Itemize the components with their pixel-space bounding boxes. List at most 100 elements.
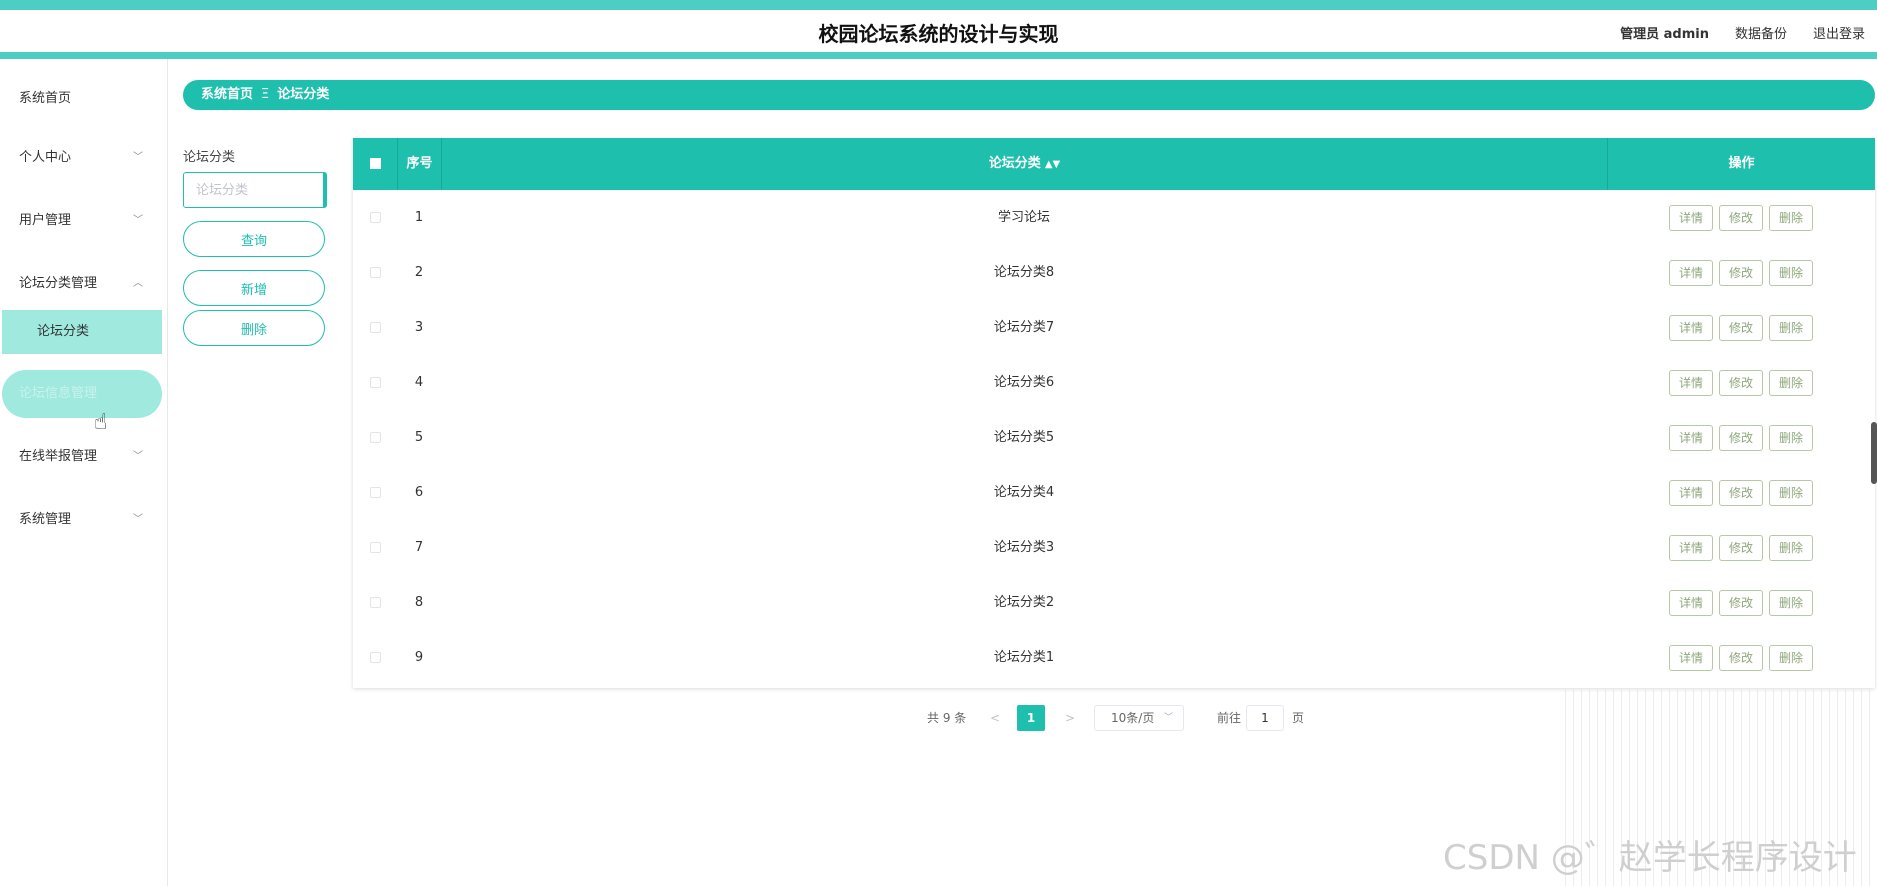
sidebar-subitem-forum-category[interactable]: 论坛分类 — [2, 310, 162, 354]
sort-icon[interactable]: ▲▼ — [1045, 159, 1060, 170]
row-actions: 详情 修改 删除 — [1607, 190, 1875, 245]
category-table: 序号 论坛分类 ▲▼ 操作 1 学习论坛 详情 修改 删除 2 论坛分类8 详情 修改 删除 3 论坛分… — [353, 138, 1875, 688]
row-checkbox[interactable] — [369, 542, 381, 553]
scrollbar-thumb[interactable] — [1871, 422, 1877, 484]
sidebar-item-label: 在线举报管理 — [19, 449, 98, 464]
table-row: 7 论坛分类3 详情 修改 删除 — [353, 520, 1875, 575]
edit-button[interactable]: 修改 — [1719, 534, 1763, 561]
page-jump-input[interactable] — [1246, 705, 1284, 731]
row-actions: 详情 修改 删除 — [1607, 410, 1875, 465]
sidebar-item-personal-center[interactable]: 个人中心 ﹀ — [0, 140, 165, 176]
edit-button[interactable]: 修改 — [1719, 479, 1763, 506]
header-select-all[interactable] — [353, 138, 397, 190]
table-row: 9 论坛分类1 详情 修改 删除 — [353, 630, 1875, 685]
breadcrumb: 系统首页 Ξ 论坛分类 — [183, 80, 1875, 110]
edit-button[interactable]: 修改 — [1719, 424, 1763, 451]
delete-button[interactable]: 删除 — [1769, 644, 1813, 671]
header-category[interactable]: 论坛分类 ▲▼ — [441, 138, 1607, 190]
sidebar-item-category-management[interactable]: 论坛分类管理 ︿ — [0, 266, 165, 302]
edit-button[interactable]: 修改 — [1719, 314, 1763, 341]
row-checkbox[interactable] — [369, 322, 381, 333]
row-select-cell[interactable] — [353, 410, 397, 465]
edit-button[interactable]: 修改 — [1719, 259, 1763, 286]
row-checkbox[interactable] — [369, 597, 381, 608]
detail-button[interactable]: 详情 — [1669, 424, 1713, 451]
row-index: 9 — [414, 650, 424, 665]
sidebar-item-label: 系统首页 — [19, 91, 72, 106]
detail-button[interactable]: 详情 — [1669, 259, 1713, 286]
edit-button[interactable]: 修改 — [1719, 204, 1763, 231]
add-button[interactable]: 新增 — [183, 270, 325, 306]
row-checkbox[interactable] — [369, 267, 381, 278]
header-actions: 操作 — [1607, 138, 1875, 190]
row-select-cell[interactable] — [353, 355, 397, 410]
next-page-button[interactable]: > — [1065, 705, 1075, 731]
row-select-cell[interactable] — [353, 190, 397, 245]
page-unit-label: 页 — [1292, 711, 1305, 725]
query-button[interactable]: 查询 — [183, 221, 325, 257]
delete-button[interactable]: 删除 — [1769, 259, 1813, 286]
edit-button[interactable]: 修改 — [1719, 369, 1763, 396]
chevron-down-icon: ﹀ — [133, 215, 143, 226]
row-category: 论坛分类6 — [993, 375, 1055, 390]
edit-button[interactable]: 修改 — [1719, 644, 1763, 671]
breadcrumb-separator: Ξ — [261, 87, 270, 102]
delete-button[interactable]: 删除 — [1769, 204, 1813, 231]
row-select-cell[interactable] — [353, 300, 397, 355]
sidebar: 系统首页 个人中心 ﹀ 用户管理 ﹀ 论坛分类管理 ︿ 论坛分类 论坛信息管理 … — [0, 59, 168, 886]
chevron-up-icon: ︿ — [133, 278, 143, 289]
logout-link[interactable]: 退出登录 — [1813, 23, 1865, 42]
page-number-current[interactable]: 1 — [1017, 705, 1045, 731]
table-row: 5 论坛分类5 详情 修改 删除 — [353, 410, 1875, 465]
row-category: 论坛分类2 — [993, 595, 1055, 610]
delete-button[interactable]: 删除 — [1769, 314, 1813, 341]
detail-button[interactable]: 详情 — [1669, 204, 1713, 231]
table-row: 2 论坛分类8 详情 修改 删除 — [353, 245, 1875, 300]
delete-button[interactable]: 删除 — [1769, 589, 1813, 616]
sidebar-item-home[interactable]: 系统首页 — [0, 81, 165, 117]
page-size-select[interactable]: 10条/页 ﹀ — [1094, 705, 1184, 731]
header-index: 序号 — [397, 138, 441, 190]
row-checkbox[interactable] — [369, 652, 381, 663]
sidebar-item-label: 系统管理 — [19, 512, 72, 527]
delete-button[interactable]: 删除 — [1769, 534, 1813, 561]
prev-page-button[interactable]: < — [990, 705, 1000, 731]
sidebar-item-forum-info-management[interactable]: 论坛信息管理 — [2, 370, 162, 418]
sidebar-item-label: 论坛信息管理 — [19, 386, 98, 401]
category-search-input[interactable] — [183, 172, 327, 208]
row-checkbox[interactable] — [369, 432, 381, 443]
detail-button[interactable]: 详情 — [1669, 644, 1713, 671]
delete-button[interactable]: 删除 — [1769, 424, 1813, 451]
detail-button[interactable]: 详情 — [1669, 534, 1713, 561]
row-checkbox[interactable] — [369, 377, 381, 388]
sidebar-item-user-management[interactable]: 用户管理 ﹀ — [0, 203, 165, 239]
edit-button[interactable]: 修改 — [1719, 589, 1763, 616]
sidebar-item-report-management[interactable]: 在线举报管理 ﹀ — [0, 439, 165, 475]
detail-button[interactable]: 详情 — [1669, 314, 1713, 341]
select-all-checkbox[interactable] — [369, 158, 381, 169]
row-select-cell[interactable] — [353, 575, 397, 630]
row-actions: 详情 修改 删除 — [1607, 575, 1875, 630]
data-backup-link[interactable]: 数据备份 — [1735, 23, 1787, 42]
breadcrumb-home[interactable]: 系统首页 — [201, 87, 253, 102]
sidebar-item-system-management[interactable]: 系统管理 ﹀ — [0, 502, 165, 538]
detail-button[interactable]: 详情 — [1669, 479, 1713, 506]
row-category: 学习论坛 — [997, 210, 1050, 225]
table-row: 4 论坛分类6 详情 修改 删除 — [353, 355, 1875, 410]
detail-button[interactable]: 详情 — [1669, 369, 1713, 396]
detail-button[interactable]: 详情 — [1669, 589, 1713, 616]
delete-button[interactable]: 删除 — [1769, 369, 1813, 396]
batch-delete-button[interactable]: 删除 — [183, 310, 325, 346]
row-select-cell[interactable] — [353, 245, 397, 300]
goto-label: 前往 — [1217, 711, 1242, 725]
table-row: 3 论坛分类7 详情 修改 删除 — [353, 300, 1875, 355]
table-row: 8 论坛分类2 详情 修改 删除 — [353, 575, 1875, 630]
row-checkbox[interactable] — [369, 212, 381, 223]
row-select-cell[interactable] — [353, 630, 397, 685]
delete-button[interactable]: 删除 — [1769, 479, 1813, 506]
row-checkbox[interactable] — [369, 487, 381, 498]
row-select-cell[interactable] — [353, 465, 397, 520]
row-select-cell[interactable] — [353, 520, 397, 575]
row-index: 8 — [414, 595, 424, 610]
row-actions: 详情 修改 删除 — [1607, 300, 1875, 355]
